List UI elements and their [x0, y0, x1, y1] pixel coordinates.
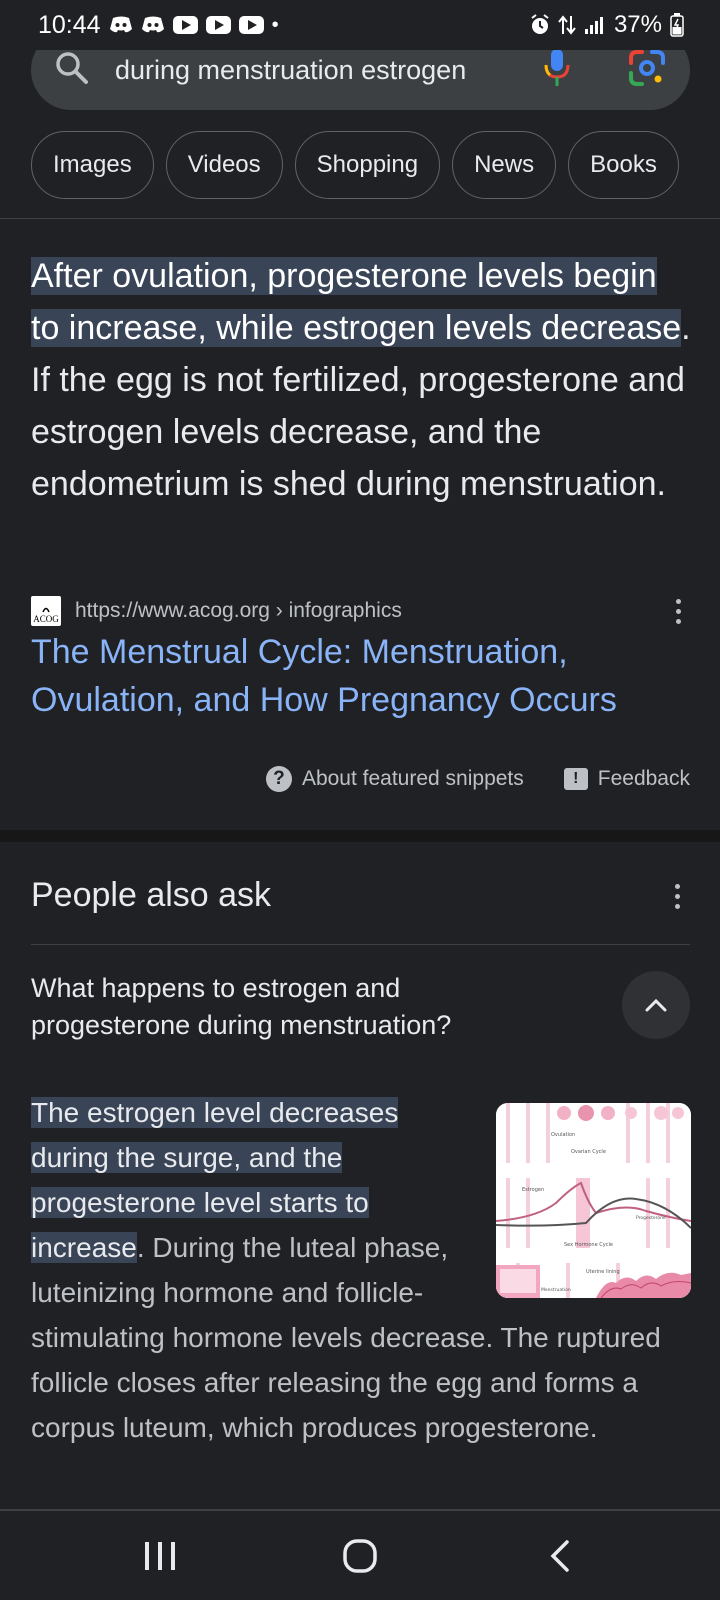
people-also-ask-title: People also ask: [31, 876, 272, 914]
home-button[interactable]: [320, 1526, 400, 1586]
google-lens-icon[interactable]: [628, 49, 666, 92]
result-more-options-icon[interactable]: [666, 595, 691, 628]
thumb-label-ovarian-cycle: Ovarian Cycle: [571, 1149, 606, 1155]
system-navigation-bar: [0, 1511, 720, 1600]
youtube-icon: [238, 16, 264, 34]
paa-more-options-icon[interactable]: [665, 880, 690, 913]
search-filter-chips: Images Videos Shopping News Books: [31, 131, 720, 199]
snippet-highlight: After ovulation, progesterone levels beg…: [31, 257, 682, 347]
paa-answer: Ovulation Ovarian Cycle Estrogen Progest…: [31, 1090, 691, 1450]
status-left: 10:44 •: [38, 11, 279, 40]
thumb-label-menstruation: Menstruation: [541, 1287, 571, 1293]
acog-favicon: ACOG: [31, 596, 61, 626]
search-actions: [544, 48, 666, 93]
chip-shopping[interactable]: Shopping: [294, 131, 441, 199]
battery-icon: [670, 13, 684, 37]
menstrual-cycle-diagram-thumbnail[interactable]: Ovulation Ovarian Cycle Estrogen Progest…: [496, 1103, 691, 1298]
snippet-footer: ? About featured snippets ! Feedback: [265, 766, 690, 792]
about-snippets-label: About featured snippets: [301, 767, 524, 790]
paa-question[interactable]: What happens to estrogen and progesteron…: [31, 970, 561, 1044]
back-button[interactable]: [520, 1526, 600, 1586]
feedback-button[interactable]: ! Feedback: [563, 767, 690, 791]
notification-dot-icon: •: [271, 13, 279, 36]
data-arrows-icon: [558, 14, 576, 36]
battery-level: 37%: [613, 11, 662, 38]
thumb-label-estrogen: Estrogen: [522, 1187, 544, 1193]
search-icon[interactable]: [55, 51, 89, 90]
youtube-icon: [172, 16, 198, 34]
section-separator: [0, 830, 720, 842]
favicon-text: ACOG: [33, 614, 59, 624]
youtube-icon: [205, 16, 231, 34]
chevron-up-icon: [645, 998, 667, 1012]
collapse-question-button[interactable]: [622, 971, 690, 1039]
source-url[interactable]: https://www.acog.org › infographics: [75, 599, 402, 623]
signal-icon: [584, 15, 606, 35]
featured-snippet-text: After ovulation, progesterone levels beg…: [31, 250, 691, 510]
home-icon: [343, 1538, 377, 1573]
thumb-label-progesterone: Progesterone: [636, 1215, 666, 1221]
chip-news[interactable]: News: [452, 131, 557, 199]
source-row: ACOG https://www.acog.org › infographics: [31, 596, 691, 626]
help-icon: ?: [265, 766, 292, 792]
status-right: 37%: [530, 11, 684, 39]
result-title-link[interactable]: The Menstrual Cycle: Menstruation, Ovula…: [31, 628, 691, 724]
feedback-icon: !: [563, 768, 588, 790]
thumb-label-sex-hormone-cycle: Sex Hormone Cycle: [564, 1242, 613, 1248]
thumb-label-uterine-lining: Uterine lining: [586, 1269, 620, 1275]
status-time: 10:44: [38, 10, 101, 39]
recent-apps-icon: [145, 1541, 175, 1570]
status-bar: 10:44 • 37%: [0, 0, 720, 50]
recent-apps-button[interactable]: [120, 1526, 200, 1586]
feedback-label: Feedback: [597, 767, 690, 790]
back-icon: [550, 1539, 569, 1572]
chips-divider: [0, 218, 720, 219]
alarm-icon: [530, 14, 550, 36]
search-input[interactable]: during menstruation estrogen: [115, 55, 522, 86]
paa-divider: [31, 944, 690, 945]
discord-icon: [109, 15, 133, 35]
about-featured-snippets-button[interactable]: ? About featured snippets: [265, 766, 524, 792]
microphone-icon[interactable]: [544, 48, 570, 93]
chip-books[interactable]: Books: [568, 131, 679, 199]
discord-icon: [141, 15, 165, 35]
page: 10:44 • 37% during menstruation estrogen…: [0, 0, 720, 1600]
thumb-label-ovulation: Ovulation: [551, 1132, 575, 1138]
chip-videos[interactable]: Videos: [165, 131, 283, 199]
chip-images[interactable]: Images: [31, 131, 154, 199]
